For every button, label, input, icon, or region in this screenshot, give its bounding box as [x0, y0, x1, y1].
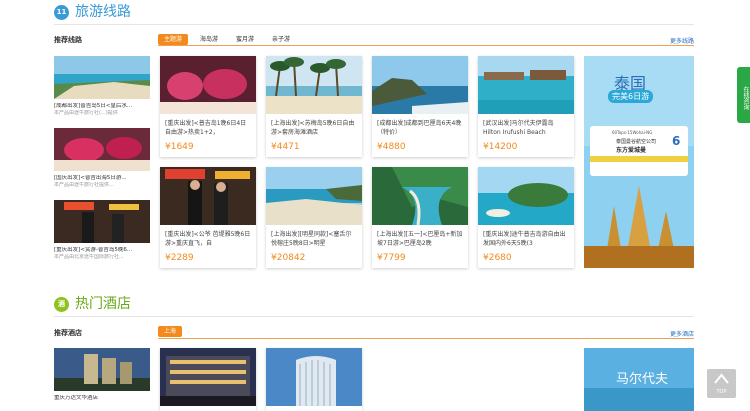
list-item-title[interactable]: [成都出发]普吉岛5日<皇后水...	[54, 103, 150, 110]
route-card-price: ¥2680	[483, 253, 512, 263]
route-card[interactable]: [重庆出发]途牛普吉岛游自由出发国内外6天5晚(3 ¥2680	[478, 167, 574, 268]
route-thumbnail[interactable]	[54, 56, 150, 99]
hotel-section-title: 热门酒店	[75, 296, 131, 312]
tab-family-tour[interactable]: 亲子游	[266, 34, 296, 45]
route-card-price: ¥20842	[271, 253, 306, 263]
route-card-title: [上海出发][五一]<巴厘岛+新加坡7日游>巴厘岛2晚	[377, 231, 463, 247]
hotel-section-icon: 酒	[54, 296, 69, 312]
tab-honeymoon-tour[interactable]: 蜜月游	[230, 34, 260, 45]
hotel-card[interactable]	[266, 348, 362, 411]
route-thumbnail[interactable]	[54, 128, 150, 171]
back-to-top-button[interactable]: TOP	[707, 369, 736, 398]
hotel-tabs-underline	[158, 338, 694, 339]
route-thumbnail[interactable]	[54, 200, 150, 243]
tab-island-tour[interactable]: 海岛游	[194, 34, 224, 45]
route-card-image	[266, 56, 362, 114]
route-card-title: [重庆出发]<公爷 芭堤雅5晚6日游>重庆直飞，自	[165, 231, 251, 247]
banner-ticket-line2: 东方爱城曼	[616, 147, 647, 154]
hotel-tabs: 上海	[158, 326, 188, 337]
route-card-image	[160, 167, 256, 225]
list-item[interactable]: 重庆万达文华酒店	[54, 348, 150, 402]
route-card[interactable]: [成都出发]成都到巴厘岛6天4晚（特价） ¥4880	[372, 56, 468, 157]
list-item[interactable]: [重庆出发]<赏游-普吉岛5晚6... 本产品由北京途牛国际旅行社...	[54, 200, 150, 260]
back-to-top-label: TOP	[716, 389, 727, 395]
banner-ticket-code: 60Tops-15Wohai-NG	[612, 130, 653, 135]
travel-tabs: 主题游 海岛游 蜜月游 亲子游	[158, 34, 302, 45]
route-card[interactable]: [上海出发][明星同款]<塞舌尔悦榕庄5晚8日>明星 ¥20842	[266, 167, 362, 268]
banner-subtitle: 完美6日游	[608, 90, 654, 103]
banner-ticket-line1: 泰国曼谷航空公司	[616, 139, 657, 145]
route-card-price: ¥2289	[165, 253, 194, 263]
hotel-card[interactable]	[160, 348, 256, 411]
route-card-price: ¥7799	[377, 253, 406, 263]
route-card-price: ¥4880	[377, 142, 406, 152]
more-routes-link[interactable]: 更多线路	[670, 36, 694, 45]
more-hotels-link[interactable]: 更多酒店	[670, 329, 694, 338]
route-card-image	[266, 167, 362, 225]
list-item[interactable]: [成都出发]普吉岛5日<皇后水... 本产品由途牛旅行社(...)提供	[54, 56, 150, 116]
tab-shanghai[interactable]: 上海	[158, 326, 183, 337]
travel-section-title: 旅游线路	[75, 4, 131, 20]
hotel-section-divider	[54, 316, 694, 317]
route-card-image	[478, 56, 574, 114]
hotel-thumbnail[interactable]	[54, 348, 150, 391]
route-card-image	[160, 56, 256, 114]
hotel-sub-label: 推荐酒店	[54, 329, 82, 337]
hotel-card-image	[266, 348, 362, 406]
list-item-desc: 本产品由途牛旅行社提供...	[54, 182, 114, 188]
travel-section-icon: 11	[54, 4, 69, 20]
list-item-desc: 本产品由北京途牛国际旅行社...	[54, 254, 124, 260]
hotel-section-header: 酒 热门酒店	[54, 296, 131, 312]
list-item-desc: 本产品由途牛旅行社(...)提供	[54, 110, 118, 116]
route-card-image	[372, 167, 468, 226]
route-card-title: [重庆出发]途牛普吉岛游自由出发国内外6天5晚(3	[483, 231, 566, 247]
route-card-title: [武汉出发]马尔代夫伊露岛 Hilton Irufushi Beach	[483, 120, 554, 136]
travel-tabs-underline	[158, 45, 694, 46]
route-card[interactable]: [武汉出发]马尔代夫伊露岛 Hilton Irufushi Beach ¥142…	[478, 56, 574, 157]
route-card[interactable]: [重庆出发]<公爷 芭堤雅5晚6日游>重庆直飞，自 ¥2289	[160, 167, 256, 268]
online-consult-label[interactable]: 在线咨询	[742, 86, 749, 110]
list-item-title[interactable]: 重庆万达文华酒店	[54, 395, 150, 402]
travel-section-header: 11 旅游线路	[54, 4, 131, 20]
route-card[interactable]: [上海出发]<苏梅岛5晚6日自由游>套房海滩酒店 ¥4471	[266, 56, 362, 157]
route-card-image	[478, 167, 574, 225]
list-item-title[interactable]: [重庆出发]<赏游-普吉岛5晚6...	[54, 247, 150, 254]
travel-sub-label: 推荐线路	[54, 36, 82, 44]
maldives-banner[interactable]: 马尔代夫	[584, 348, 694, 411]
list-item[interactable]: [国庆出发]<普吉出海5日游... 本产品由途牛旅行社提供...	[54, 128, 150, 188]
travel-section-divider	[54, 24, 694, 25]
route-card-price: ¥1649	[165, 142, 194, 152]
route-card-title: [重庆出发]<普吉岛1晚6日4日自由游>热卖1+2，	[165, 120, 247, 136]
list-item-title[interactable]: [国庆出发]<普吉出海5日游...	[54, 175, 150, 182]
route-card-title: [成都出发]成都到巴厘岛6天4晚（特价）	[377, 120, 462, 136]
tab-theme-tour[interactable]: 主题游	[158, 34, 189, 45]
route-card[interactable]: [上海出发][五一]<巴厘岛+新加坡7日游>巴厘岛2晚 ¥7799	[372, 167, 468, 268]
route-card[interactable]: [重庆出发]<普吉岛1晚6日4日自由游>热卖1+2， ¥1649	[160, 56, 256, 157]
route-card-title: [上海出发][明星同款]<塞舌尔悦榕庄5晚8日>明星	[271, 231, 352, 247]
arrow-up-icon	[714, 373, 729, 384]
route-card-image	[372, 56, 468, 114]
maldives-banner-title: 马尔代夫	[616, 372, 669, 387]
banner-ticket-num: 6	[672, 134, 681, 148]
route-card-title: [上海出发]<苏梅岛5晚6日自由游>套房海滩酒店	[271, 120, 355, 136]
route-card-price: ¥4471	[271, 142, 300, 152]
thailand-banner[interactable]: 泰国 完美6日游 60Tops-15Wohai-NG 泰国曼谷航空公司 东方爱城…	[584, 56, 694, 268]
online-consult-tab[interactable]: 在线咨询	[737, 67, 750, 123]
hotel-card-image	[160, 348, 256, 406]
route-card-price: ¥14200	[483, 142, 518, 152]
